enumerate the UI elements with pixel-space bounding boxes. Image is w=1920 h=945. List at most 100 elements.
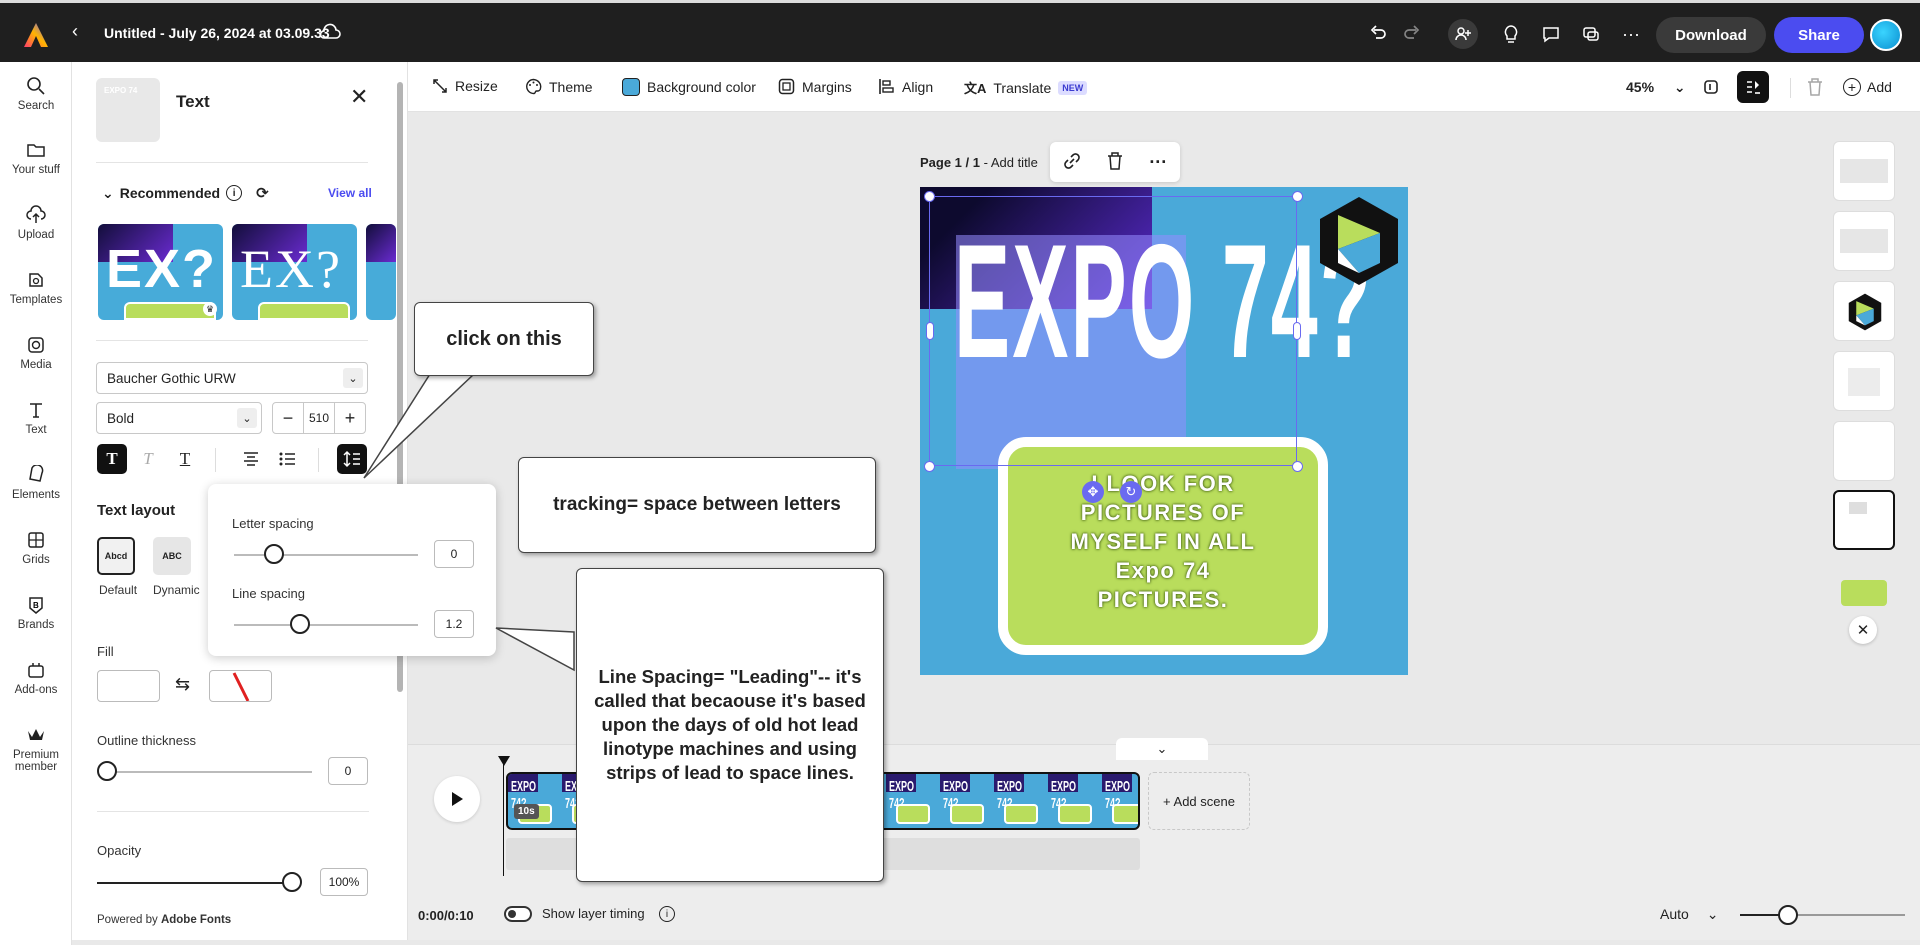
- trash-icon[interactable]: [1106, 151, 1124, 174]
- layers-toggle-icon[interactable]: [1737, 71, 1769, 103]
- invite-user-icon[interactable]: [1448, 19, 1478, 49]
- rail-item-add-ons[interactable]: Add-ons: [0, 660, 72, 696]
- rail-item-elements[interactable]: Elements: [0, 465, 72, 501]
- opacity-slider-track[interactable]: [97, 882, 293, 884]
- recommended-style-card[interactable]: EX?: [232, 224, 357, 320]
- resize-button[interactable]: Resize: [432, 78, 498, 94]
- pages-icon[interactable]: [1702, 78, 1720, 99]
- layout-dynamic-card[interactable]: ABC: [153, 537, 191, 575]
- font-family-select[interactable]: Baucher Gothic URW ⌄: [96, 362, 368, 394]
- translate-button[interactable]: 文A Translate NEW: [964, 78, 1088, 97]
- layout-default-card[interactable]: Abcd: [97, 537, 135, 575]
- rail-item-grids[interactable]: Grids: [0, 530, 72, 566]
- more-options-icon[interactable]: ···: [1619, 22, 1643, 46]
- line-spacing-value[interactable]: 1.2: [434, 610, 474, 638]
- refresh-icon[interactable]: ⟳: [256, 184, 269, 202]
- add-scene-button[interactable]: + Add scene: [1148, 772, 1250, 830]
- background-color-button[interactable]: Background color: [622, 78, 756, 96]
- font-weight-select[interactable]: Bold ⌄: [96, 402, 262, 434]
- trash-icon[interactable]: [1806, 77, 1824, 100]
- opacity-value[interactable]: 100%: [320, 868, 368, 896]
- resize-handle[interactable]: [924, 191, 935, 202]
- back-chevron-icon[interactable]: ‹: [72, 21, 78, 42]
- play-button[interactable]: [434, 776, 480, 822]
- align-button[interactable]: Align: [878, 78, 933, 95]
- rotate-icon[interactable]: ↻: [1120, 481, 1142, 503]
- close-layers-icon[interactable]: ✕: [1849, 616, 1877, 644]
- text-style-italic-button[interactable]: T: [133, 444, 163, 474]
- outline-slider-thumb[interactable]: [97, 761, 117, 781]
- outline-slider-track[interactable]: [108, 771, 312, 773]
- present-icon[interactable]: [1579, 22, 1603, 46]
- swap-colors-icon[interactable]: ⇆: [175, 674, 190, 695]
- align-center-icon[interactable]: [236, 444, 266, 474]
- line-spacing-thumb[interactable]: [290, 614, 311, 634]
- opacity-slider-thumb[interactable]: [282, 872, 302, 892]
- resize-handle[interactable]: [1293, 322, 1301, 340]
- collapse-timeline-icon[interactable]: ⌄: [1116, 738, 1208, 760]
- letter-spacing-track[interactable]: [234, 554, 418, 556]
- margins-button[interactable]: Margins: [778, 78, 852, 95]
- rail-item-text[interactable]: Text: [0, 400, 72, 436]
- rail-item-premium[interactable]: Premium member: [0, 725, 72, 773]
- bullet-list-icon[interactable]: [272, 444, 302, 474]
- close-panel-icon[interactable]: ✕: [350, 84, 368, 110]
- body-text[interactable]: I LOOK FOR PICTURES OF MYSELF IN ALL Exp…: [998, 469, 1328, 614]
- document-title[interactable]: Untitled - July 26, 2024 at 03.09.33: [104, 25, 330, 41]
- adobe-express-logo-icon[interactable]: [22, 21, 50, 49]
- layer-thumbnail[interactable]: [1833, 211, 1895, 271]
- resize-handle[interactable]: [924, 461, 935, 472]
- rail-item-media[interactable]: Media: [0, 335, 72, 371]
- avatar[interactable]: [1870, 19, 1902, 51]
- zoom-level[interactable]: 45% ⌄: [1626, 79, 1686, 96]
- layer-thumbnail[interactable]: [1833, 281, 1895, 341]
- recommended-style-card[interactable]: [366, 224, 396, 320]
- download-button[interactable]: Download: [1656, 17, 1766, 53]
- outline-value[interactable]: 0: [328, 757, 368, 785]
- move-icon[interactable]: ✥: [1082, 481, 1104, 503]
- layer-thumbnail-selected[interactable]: [1833, 490, 1895, 550]
- letter-spacing-value[interactable]: 0: [434, 540, 474, 568]
- playback-speed-select[interactable]: Auto ⌄: [1660, 906, 1718, 923]
- timeline-zoom-thumb[interactable]: [1778, 905, 1798, 925]
- expo-logo-icon[interactable]: [1316, 193, 1402, 289]
- info-icon[interactable]: i: [226, 185, 243, 201]
- layer-thumbnail[interactable]: [1833, 562, 1895, 622]
- add-page-button[interactable]: + Add: [1843, 78, 1892, 96]
- line-spacing-track[interactable]: [234, 624, 418, 626]
- resize-handle[interactable]: [1292, 191, 1303, 202]
- rail-item-search[interactable]: Search: [0, 76, 72, 112]
- more-options-icon[interactable]: ···: [1149, 152, 1167, 173]
- resize-handle[interactable]: [926, 322, 934, 340]
- resize-handle[interactable]: [1292, 461, 1303, 472]
- text-style-outline-button[interactable]: T: [170, 444, 200, 474]
- letter-spacing-thumb[interactable]: [264, 544, 285, 564]
- rail-item-templates[interactable]: Templates: [0, 270, 72, 306]
- cloud-sync-icon[interactable]: [318, 23, 342, 41]
- font-size-value[interactable]: 510: [303, 403, 335, 433]
- layer-thumbnail[interactable]: [1833, 421, 1895, 481]
- view-all-link[interactable]: View all: [328, 186, 372, 200]
- link-icon[interactable]: [1063, 152, 1081, 173]
- redo-icon[interactable]: [1400, 22, 1424, 46]
- recommended-header[interactable]: ⌄ Recommended i ⟳: [102, 184, 269, 203]
- rail-item-upload[interactable]: Upload: [0, 205, 72, 241]
- recommended-style-card[interactable]: EX? ♛: [98, 224, 223, 320]
- add-title-link[interactable]: - Add title: [980, 155, 1038, 170]
- show-layer-timing-toggle[interactable]: [504, 906, 532, 922]
- share-button[interactable]: Share: [1774, 17, 1864, 53]
- rail-item-your-stuff[interactable]: Your stuff: [0, 140, 72, 176]
- text-style-solid-button[interactable]: T: [97, 444, 127, 474]
- stroke-color-swatch[interactable]: [209, 670, 272, 702]
- font-size-stepper[interactable]: − 510 +: [272, 402, 366, 434]
- playhead[interactable]: [503, 758, 504, 876]
- theme-button[interactable]: Theme: [525, 78, 593, 95]
- layer-thumbnail[interactable]: [1833, 141, 1895, 201]
- undo-icon[interactable]: [1366, 22, 1390, 46]
- layer-thumbnail[interactable]: [1833, 351, 1895, 411]
- rail-item-brands[interactable]: B Brands: [0, 595, 72, 631]
- decrease-size-button[interactable]: −: [273, 408, 303, 429]
- info-icon[interactable]: i: [659, 906, 675, 922]
- fill-color-swatch[interactable]: [97, 670, 160, 702]
- lightbulb-icon[interactable]: [1499, 22, 1523, 46]
